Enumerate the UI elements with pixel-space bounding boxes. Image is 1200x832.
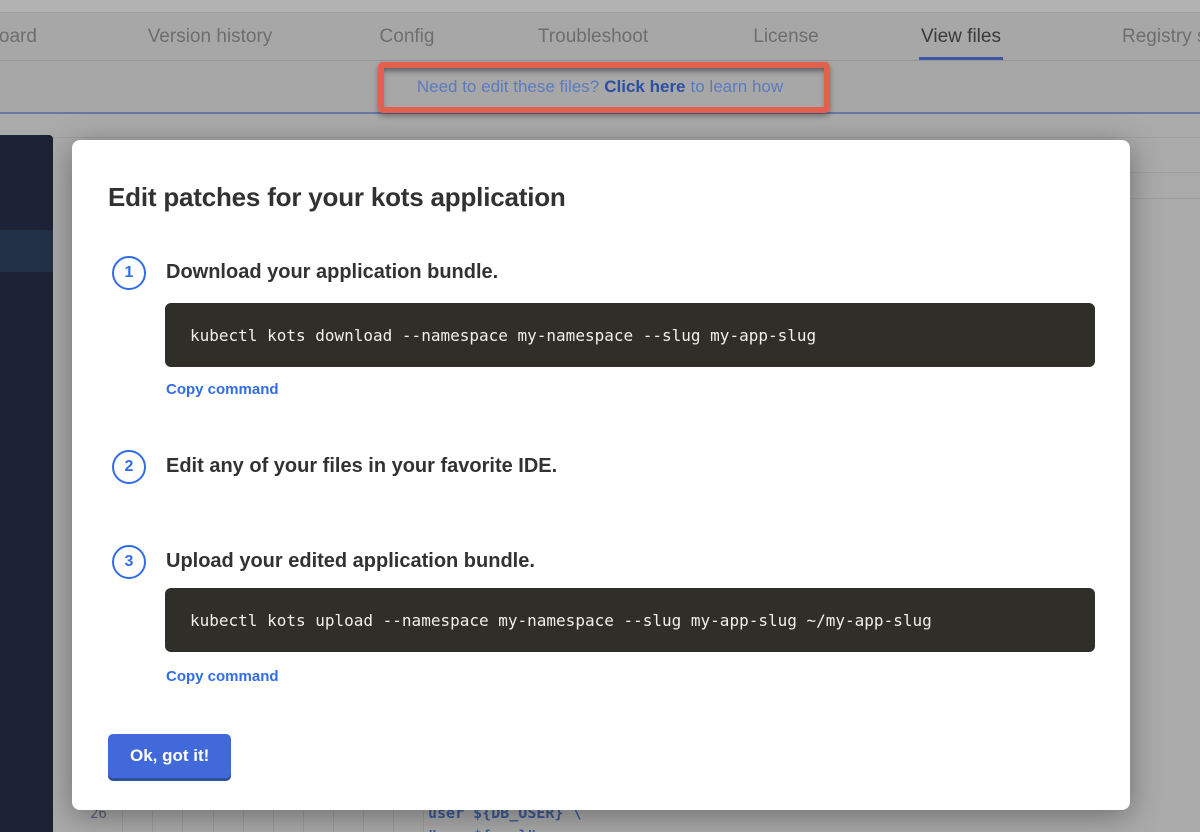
tab-license-label: License [753, 26, 819, 48]
sidebar-active-item [0, 230, 53, 272]
indent-guide [182, 810, 183, 832]
content-divider [53, 137, 1200, 138]
file-tree-sidebar [0, 135, 53, 832]
tab-license[interactable]: License [753, 14, 819, 60]
tab-registry-settings[interactable]: Registry settings [1122, 14, 1200, 60]
download-command-block: kubectl kots download --namespace my-nam… [165, 303, 1095, 367]
step-3-number: 3 [125, 553, 134, 571]
annotation-highlight-box [378, 62, 830, 113]
page: Dashboard Version history Config Trouble… [0, 0, 1200, 832]
step-3-heading: Upload your edited application bundle. [166, 550, 535, 573]
upload-command-block: kubectl kots upload --namespace my-names… [165, 588, 1095, 652]
step-1-number-badge: 1 [112, 256, 146, 290]
active-tab-underline [919, 57, 1003, 60]
tab-troubleshoot-label: Troubleshoot [538, 26, 648, 48]
tab-view-files[interactable]: View files [921, 14, 1001, 60]
tab-registry-settings-label: Registry settings [1122, 26, 1200, 48]
editor-code-line-partial: "... ${...}" [428, 827, 536, 832]
tab-dashboard[interactable]: Dashboard [0, 14, 37, 60]
tab-config[interactable]: Config [380, 14, 435, 60]
step-3-number-badge: 3 [112, 545, 146, 579]
tab-dashboard-label: Dashboard [0, 26, 37, 48]
background-file-row-line [1128, 172, 1200, 173]
tab-view-files-label: View files [921, 26, 1001, 48]
copy-download-command-link[interactable]: Copy command [166, 381, 279, 398]
indent-guide [273, 810, 274, 832]
app-nav-bar: Dashboard Version history Config Trouble… [0, 14, 1200, 61]
step-1-number: 1 [125, 264, 134, 282]
upload-command-text: kubectl kots upload --namespace my-names… [190, 611, 932, 630]
background-file-row-line [1128, 198, 1200, 199]
indent-guide [423, 810, 424, 832]
indent-guide [152, 810, 153, 832]
window-top-strip [0, 0, 1200, 13]
indent-guide [393, 810, 394, 832]
tab-version-history-label: Version history [148, 26, 273, 48]
modal-title: Edit patches for your kots application [108, 182, 566, 213]
indent-guide [303, 810, 304, 832]
indent-guide [122, 810, 123, 832]
step-2-number: 2 [125, 458, 134, 476]
ok-got-it-button[interactable]: Ok, got it! [108, 734, 231, 778]
step-1-heading: Download your application bundle. [166, 261, 498, 284]
indent-guide [243, 810, 244, 832]
copy-upload-command-link[interactable]: Copy command [166, 668, 279, 685]
tab-config-label: Config [380, 26, 435, 48]
tab-troubleshoot[interactable]: Troubleshoot [538, 14, 648, 60]
download-command-text: kubectl kots download --namespace my-nam… [190, 326, 816, 345]
indent-guide [333, 810, 334, 832]
indent-guide [213, 810, 214, 832]
indent-guide [363, 810, 364, 832]
edit-patches-modal: Edit patches for your kots application 1… [72, 140, 1130, 810]
step-2-heading: Edit any of your files in your favorite … [166, 455, 557, 478]
step-2-number-badge: 2 [112, 450, 146, 484]
tab-version-history[interactable]: Version history [148, 14, 273, 60]
